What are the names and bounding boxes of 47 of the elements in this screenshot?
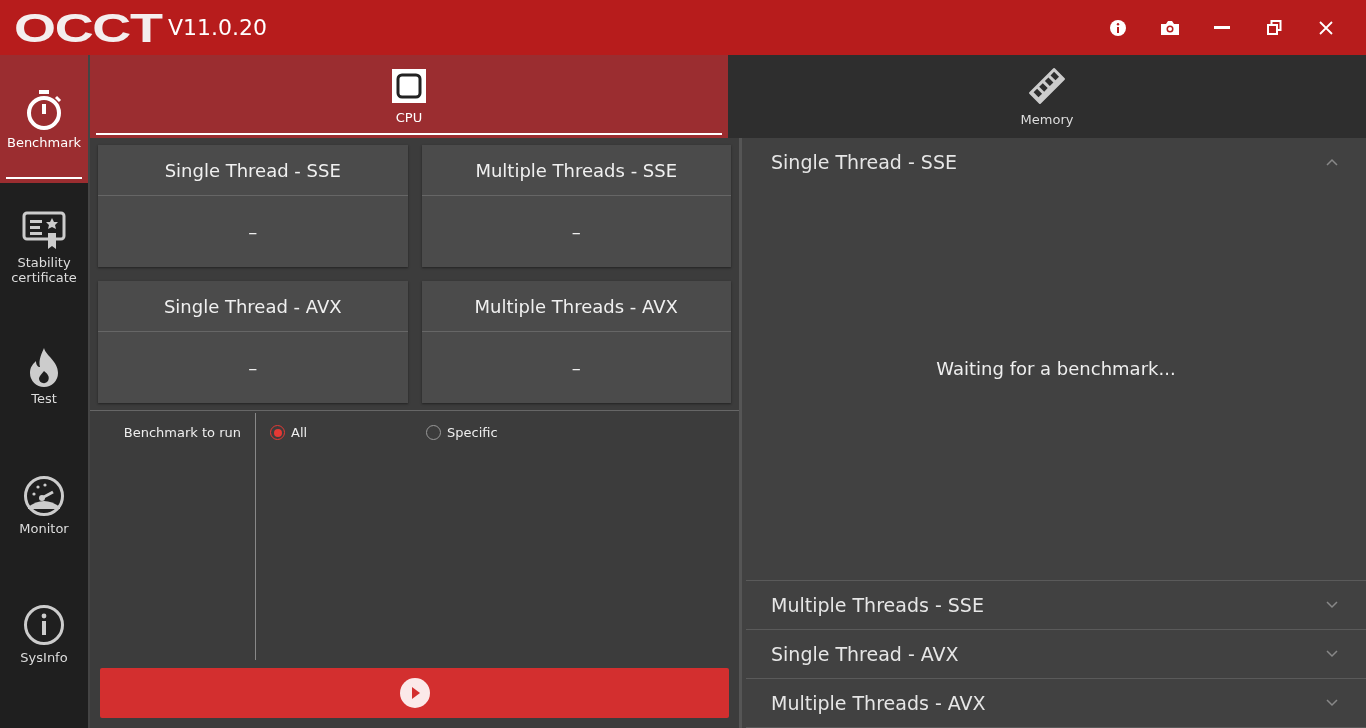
sidebar-item[interactable]: Stability certificate [0, 183, 88, 312]
result-value: – [570, 356, 582, 380]
info-icon [1109, 18, 1127, 37]
result-value: – [570, 220, 582, 244]
minimize-icon [1214, 25, 1230, 30]
run-button[interactable] [100, 668, 729, 718]
radio-label: All [291, 425, 308, 440]
sidebar-item[interactable]: Benchmark [0, 55, 88, 183]
close-icon [1319, 20, 1333, 35]
chevron-up-icon [1326, 158, 1338, 166]
sidebar-item[interactable]: Test [0, 312, 88, 441]
certificate-icon [22, 210, 66, 251]
section-header[interactable]: Single Thread - AVX [746, 630, 1366, 678]
result-value: – [247, 356, 259, 380]
result-title: Single Thread - AVX [98, 281, 408, 332]
section-title: Multiple Threads - AVX [771, 692, 986, 714]
gauge-icon [23, 475, 65, 517]
section-header[interactable]: Multiple Threads - SSE [746, 581, 1366, 629]
radio-option[interactable]: All [270, 425, 426, 440]
section-title: Multiple Threads - SSE [771, 594, 984, 616]
status-message: Waiting for a benchmark... [936, 357, 1176, 379]
camera-icon [1160, 19, 1180, 36]
version-label: V11.0.20 [168, 15, 268, 40]
result-title: Single Thread - SSE [98, 145, 408, 196]
restore-icon [1266, 20, 1282, 35]
flame-icon [28, 347, 60, 387]
radio-label: Specific [447, 425, 498, 440]
section-title: Single Thread - AVX [771, 643, 959, 665]
result-value: – [247, 220, 259, 244]
sidebar-item[interactable]: Monitor [0, 441, 88, 570]
info-icon [23, 604, 65, 646]
section-title: Single Thread - SSE [771, 151, 957, 173]
result-title: Multiple Threads - AVX [421, 281, 731, 332]
tab[interactable]: CPU [90, 55, 728, 138]
chip-icon [391, 68, 427, 104]
chevron-down-icon [1326, 650, 1338, 658]
option-label: Benchmark to run [90, 413, 256, 660]
section-header[interactable]: Multiple Threads - AVX [746, 679, 1366, 727]
result-title: Multiple Threads - SSE [421, 145, 731, 196]
sidebar-item[interactable]: SysInfo [0, 570, 88, 699]
tab[interactable]: Memory [728, 55, 1366, 138]
play-icon [399, 678, 430, 708]
section-header[interactable]: Single Thread - SSE [746, 138, 1366, 186]
chevron-down-icon [1326, 699, 1338, 707]
chevron-down-icon [1326, 601, 1338, 609]
stopwatch-icon [24, 88, 64, 131]
radio-option[interactable]: Specific [426, 425, 582, 440]
